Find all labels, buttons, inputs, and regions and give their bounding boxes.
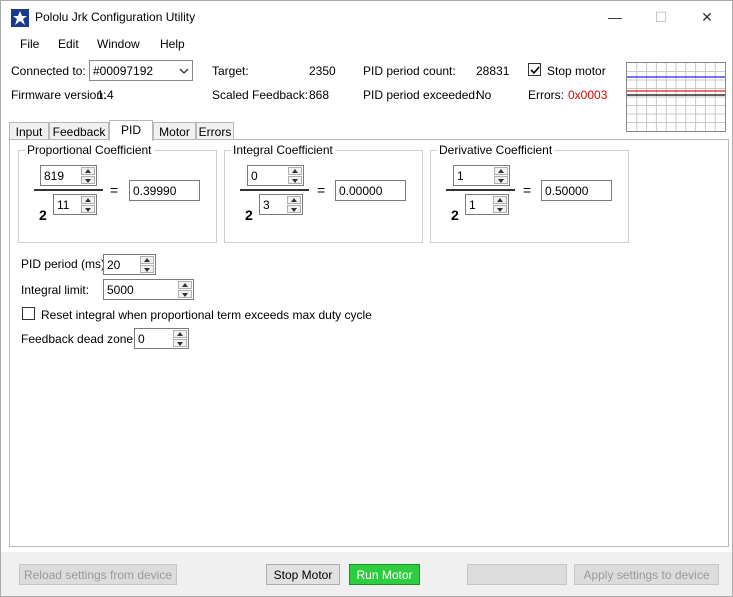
spin-up-icon[interactable]	[173, 330, 187, 338]
chevron-down-icon	[179, 68, 189, 74]
proportional-equals: =	[110, 182, 119, 198]
window-title: Pololu Jrk Configuration Utility	[35, 10, 196, 24]
integral-fraction-line	[240, 189, 309, 191]
pid-period-count-value: 28831	[476, 64, 510, 78]
spin-up-icon[interactable]	[140, 256, 154, 264]
derivative-multiplier-value: 1	[457, 169, 464, 183]
menu-edit[interactable]: Edit	[58, 37, 79, 51]
scaled-feedback-value: 868	[309, 88, 330, 102]
device-select[interactable]: #00097192	[89, 60, 193, 81]
derivative-result-field[interactable]: 0.50000	[541, 180, 612, 201]
spin-up-icon[interactable]	[81, 167, 95, 175]
checkmark-icon	[530, 66, 540, 75]
blank-button[interactable]	[467, 564, 567, 585]
maximize-button[interactable]: ☐	[638, 1, 684, 33]
menu-window[interactable]: Window	[97, 37, 140, 51]
spin-down-icon[interactable]	[287, 205, 301, 213]
spin-up-icon[interactable]	[287, 196, 301, 204]
integral-limit-value: 5000	[107, 283, 134, 297]
target-value: 2350	[309, 64, 336, 78]
tab-errors[interactable]: Errors	[196, 122, 234, 140]
menu-help[interactable]: Help	[160, 37, 185, 51]
title-bar: Pololu Jrk Configuration Utility — ☐ ✕	[1, 1, 732, 33]
integral-result-field[interactable]: 0.00000	[335, 180, 406, 201]
spin-up-icon[interactable]	[178, 281, 192, 289]
integral-equals: =	[317, 182, 326, 198]
pid-period-count-label: PID period count:	[363, 64, 456, 78]
spin-down-icon[interactable]	[288, 176, 302, 184]
firmware-value: 1.4	[97, 88, 114, 102]
pid-period-exceeded-label: PID period exceeded:	[363, 88, 479, 102]
spin-up-icon[interactable]	[493, 196, 507, 204]
app-window: Pololu Jrk Configuration Utility — ☐ ✕ F…	[0, 0, 733, 597]
errors-label: Errors:	[528, 88, 564, 102]
proportional-exponent-value: 11	[57, 198, 70, 212]
spin-up-icon[interactable]	[494, 167, 508, 175]
reload-settings-button[interactable]: Reload settings from device	[19, 564, 177, 585]
menu-file[interactable]: File	[20, 37, 39, 51]
derivative-fraction-line	[446, 189, 515, 191]
derivative-exponent-value: 1	[469, 198, 476, 212]
tab-strip: Input Feedback PID Motor Errors	[9, 120, 729, 141]
pid-period-value: 20	[107, 258, 121, 272]
derivative-base: 2	[451, 207, 459, 223]
spin-down-icon[interactable]	[493, 205, 507, 213]
stop-motor-checkbox[interactable]	[528, 63, 541, 76]
target-label: Target:	[212, 64, 249, 78]
tab-input[interactable]: Input	[9, 122, 49, 140]
proportional-fraction-line	[34, 189, 103, 191]
firmware-label: Firmware version:	[11, 88, 107, 102]
derivative-multiplier-stepper[interactable]: 1	[453, 165, 510, 186]
integral-limit-label: Integral limit:	[21, 283, 90, 297]
errors-value: 0x0003	[568, 88, 608, 102]
integral-limit-stepper[interactable]: 5000	[103, 279, 194, 300]
scaled-feedback-label: Scaled Feedback:	[212, 88, 309, 102]
proportional-title: Proportional Coefficient	[25, 143, 154, 157]
close-button[interactable]: ✕	[684, 1, 730, 33]
dead-zone-value: 0	[138, 332, 145, 346]
spin-down-icon[interactable]	[81, 176, 95, 184]
spin-up-icon[interactable]	[81, 196, 95, 204]
menu-bar: File Edit Window Help	[1, 33, 732, 55]
pololu-logo-icon	[11, 9, 29, 27]
pid-period-label: PID period (ms):	[21, 257, 109, 271]
proportional-multiplier-value: 819	[44, 169, 65, 183]
integral-base: 2	[245, 207, 253, 223]
pid-period-exceeded-value: No	[476, 88, 492, 102]
reset-integral-checkbox[interactable]	[22, 307, 35, 320]
integral-exponent-value: 3	[263, 198, 270, 212]
proportional-base: 2	[39, 207, 47, 223]
proportional-result-field[interactable]: 0.39990	[129, 180, 200, 201]
integral-title: Integral Coefficient	[231, 143, 335, 157]
stop-motor-label: Stop motor	[547, 64, 606, 78]
derivative-exponent-stepper[interactable]: 1	[465, 194, 509, 215]
spin-down-icon[interactable]	[173, 339, 187, 347]
integral-multiplier-stepper[interactable]: 0	[247, 165, 304, 186]
spin-down-icon[interactable]	[81, 205, 95, 213]
spin-down-icon[interactable]	[494, 176, 508, 184]
spin-down-icon[interactable]	[178, 290, 192, 298]
derivative-equals: =	[523, 182, 532, 198]
reset-integral-label: Reset integral when proportional term ex…	[41, 308, 372, 322]
integral-multiplier-value: 0	[251, 169, 258, 183]
pid-period-stepper[interactable]: 20	[103, 254, 156, 275]
proportional-exponent-stepper[interactable]: 11	[53, 194, 97, 215]
connected-to-label: Connected to:	[11, 64, 86, 78]
dead-zone-label: Feedback dead zone:	[21, 332, 137, 346]
integral-exponent-stepper[interactable]: 3	[259, 194, 303, 215]
spin-up-icon[interactable]	[288, 167, 302, 175]
run-motor-button[interactable]: Run Motor	[349, 564, 420, 585]
spin-down-icon[interactable]	[140, 265, 154, 273]
tab-pid[interactable]: PID	[109, 120, 153, 141]
proportional-multiplier-stepper[interactable]: 819	[40, 165, 97, 186]
minimize-button[interactable]: —	[592, 1, 638, 33]
stop-motor-button[interactable]: Stop Motor	[266, 564, 340, 585]
dead-zone-stepper[interactable]: 0	[134, 328, 189, 349]
apply-settings-button[interactable]: Apply settings to device	[574, 564, 719, 585]
derivative-title: Derivative Coefficient	[437, 143, 555, 157]
tab-motor[interactable]: Motor	[153, 122, 196, 140]
device-select-value: #00097192	[93, 64, 154, 78]
tab-feedback[interactable]: Feedback	[49, 122, 109, 140]
